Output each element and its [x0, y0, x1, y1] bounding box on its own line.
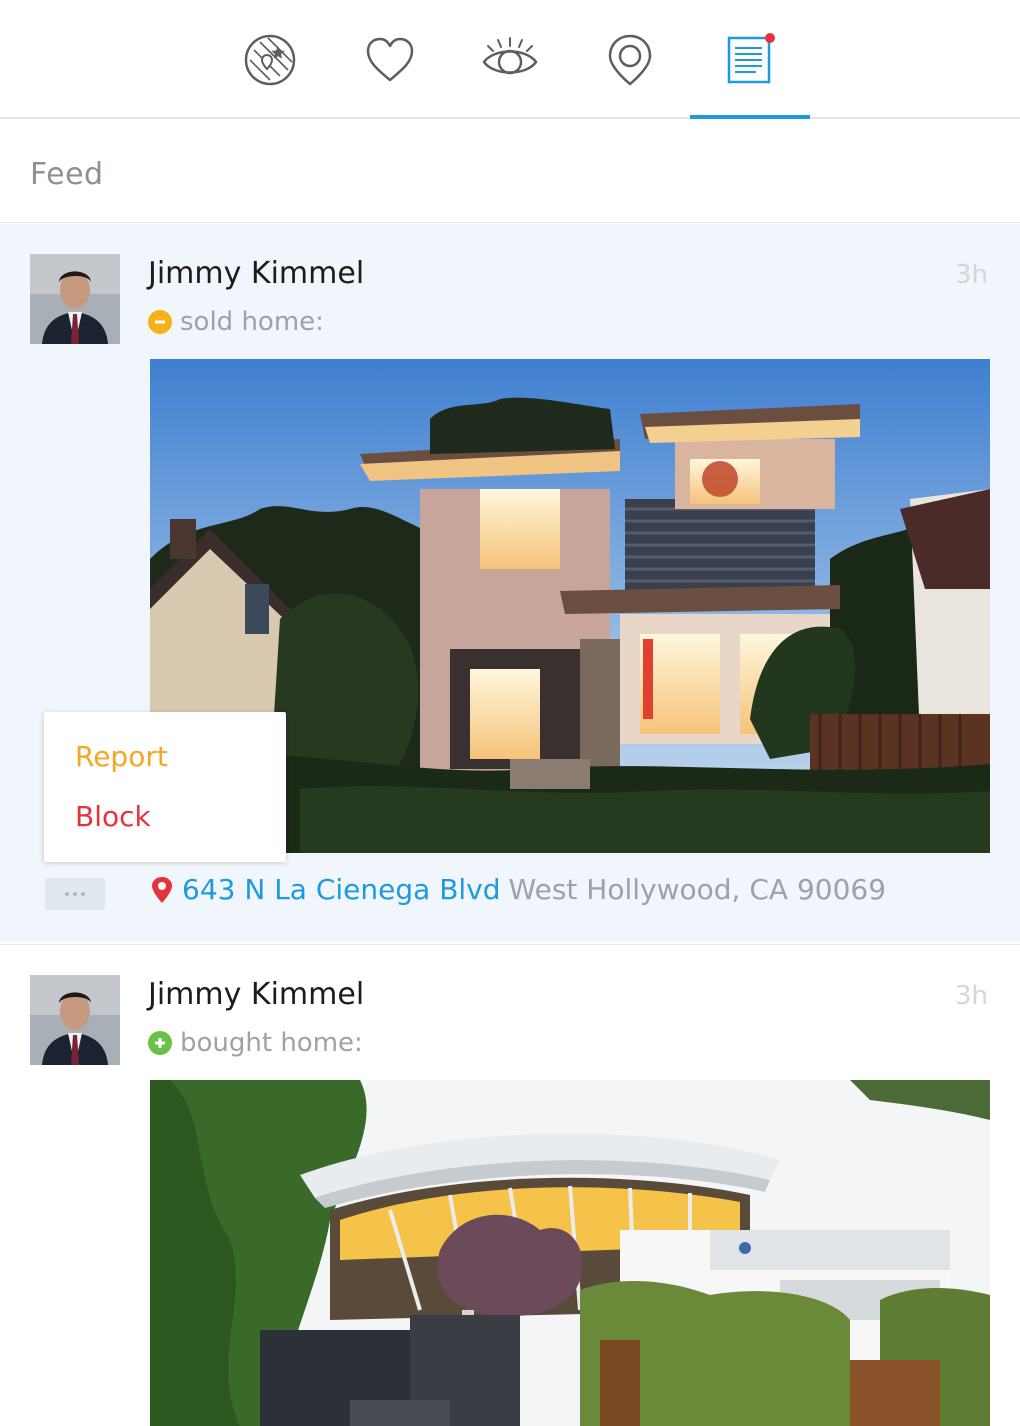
more-options-button[interactable]	[45, 878, 105, 910]
location-pin-icon	[608, 34, 652, 86]
property-photo[interactable]	[150, 1080, 990, 1426]
page-title: Feed	[30, 157, 104, 192]
sold-minus-icon	[148, 310, 172, 334]
address-city: West Hollywood, CA 90069	[508, 873, 887, 906]
tab-nearby[interactable]	[570, 0, 690, 119]
tab-favorites[interactable]	[330, 0, 450, 119]
activity-text: sold home:	[180, 307, 324, 337]
user-name[interactable]: Jimmy Kimmel	[148, 256, 364, 291]
tab-explore[interactable]	[210, 0, 330, 119]
avatar[interactable]	[30, 254, 120, 344]
activity-row: sold home:	[148, 307, 324, 337]
avatar[interactable]	[30, 975, 120, 1065]
heart-icon	[366, 37, 414, 81]
ellipsis-icon	[65, 892, 69, 896]
active-tab-indicator	[690, 115, 810, 119]
report-menu-item[interactable]: Report	[75, 740, 168, 773]
eye-icon	[482, 36, 538, 74]
block-menu-item[interactable]: Block	[75, 800, 151, 833]
address-row: 643 N La Cienega Blvd West Hollywood, CA…	[150, 873, 886, 906]
activity-row: bought home:	[148, 1028, 363, 1058]
address-street-link[interactable]: 643 N La Cienega Blvd	[182, 873, 501, 906]
context-menu: Report Block	[44, 712, 286, 862]
top-tab-bar	[0, 0, 1020, 119]
timestamp: 3h	[954, 981, 988, 1011]
bought-plus-icon	[148, 1031, 172, 1055]
tab-watching[interactable]	[450, 0, 570, 119]
activity-text: bought home:	[180, 1028, 363, 1058]
section-header: Feed	[0, 121, 1020, 223]
explore-map-icon	[244, 34, 296, 85]
timestamp: 3h	[954, 260, 988, 290]
tab-feed[interactable]	[690, 0, 810, 119]
location-marker-icon	[152, 876, 172, 903]
feed-document-icon	[727, 32, 775, 83]
feed-item: Jimmy Kimmel 3h bought home:	[0, 944, 1020, 1426]
notification-dot	[765, 32, 775, 43]
user-name[interactable]: Jimmy Kimmel	[148, 977, 364, 1012]
